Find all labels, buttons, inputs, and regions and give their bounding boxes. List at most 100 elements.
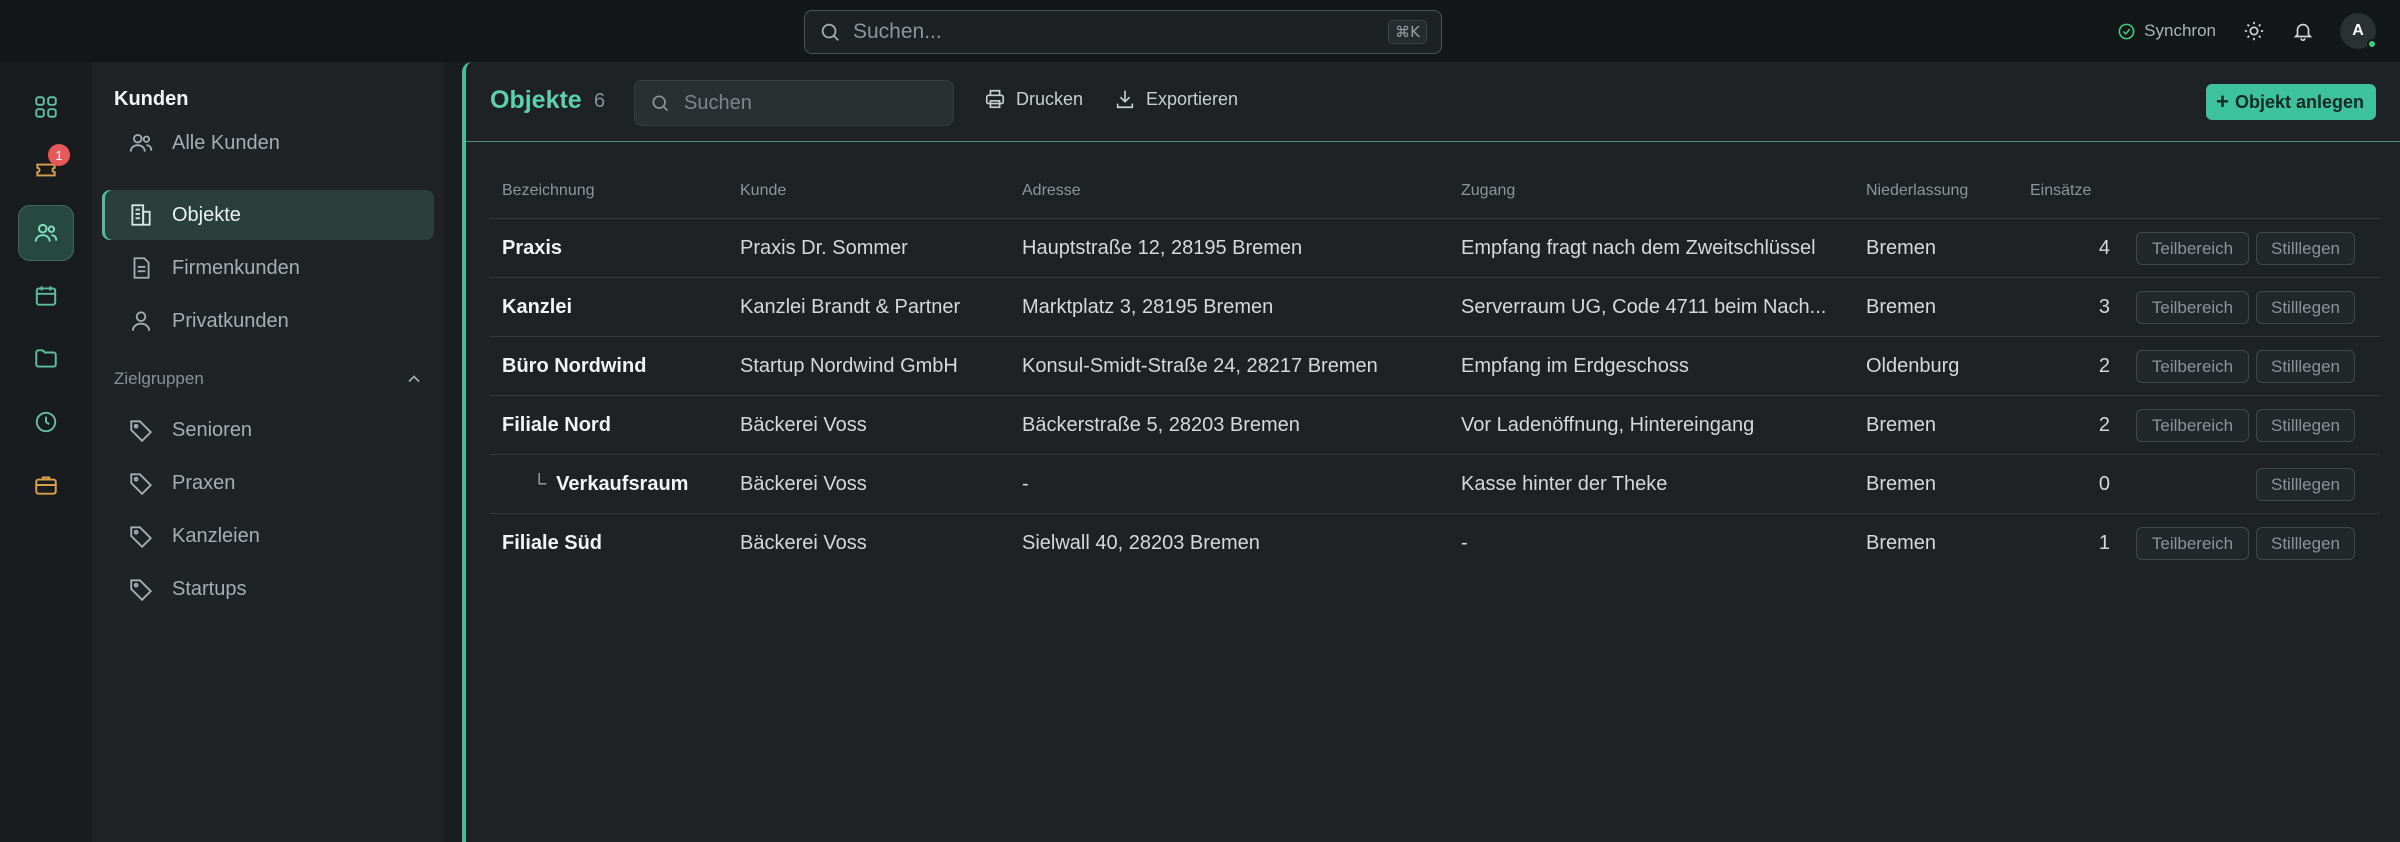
sidebar-item-privatkunden[interactable]: Privatkunden xyxy=(102,296,434,346)
sidebar-item-label: Kanzleien xyxy=(172,524,260,547)
col-header-zugang[interactable]: Zugang xyxy=(1461,182,1515,200)
sidebar-item-kanzleien[interactable]: Kanzleien xyxy=(102,511,434,561)
table-row[interactable]: Kanzlei Kanzlei Brandt & Partner Marktplat… xyxy=(490,277,2380,336)
tag-icon xyxy=(130,579,153,602)
sidebar-title: Kunden xyxy=(114,88,189,110)
stilllegen-button[interactable]: Stilllegen xyxy=(2256,527,2355,560)
cell-zugang: Empfang fragt nach dem Zweitschlüssel xyxy=(1461,237,1816,259)
section-label: Zielgruppen xyxy=(114,369,204,388)
teilbereich-button[interactable]: Teilbereich xyxy=(2136,409,2249,442)
object-name: Büro Nordwind xyxy=(502,355,647,377)
table-search-placeholder: Suchen xyxy=(684,91,752,114)
printer-icon xyxy=(985,89,1005,109)
theme-toggle-button[interactable] xyxy=(2242,19,2266,43)
sidebar-item-senioren[interactable]: Senioren xyxy=(102,405,434,455)
download-icon xyxy=(1116,90,1134,109)
grid-icon xyxy=(35,96,57,118)
col-header-niederlassung[interactable]: Niederlassung xyxy=(1866,182,1968,200)
cell-zugang: Empfang im Erdgeschoss xyxy=(1461,355,1689,377)
rail-jobs[interactable] xyxy=(18,457,74,513)
chevron-up-icon xyxy=(408,375,420,383)
rail-customers[interactable] xyxy=(18,205,74,261)
cell-adresse: Bäckerstraße 5, 28203 Bremen xyxy=(1022,414,1300,436)
sidebar-item-alle-kunden[interactable]: Alle Kunden xyxy=(102,118,434,168)
sidebar-item-startups[interactable]: Startups xyxy=(102,564,434,614)
cell-bezeichnung[interactable]: Filiale Nord xyxy=(502,414,727,437)
rail-dashboard[interactable] xyxy=(18,79,74,135)
col-header-bezeichnung[interactable]: Bezeichnung xyxy=(502,182,595,200)
table-row[interactable]: └ Verkaufsraum Bäckerei Voss - Kasse hinter … xyxy=(490,454,2380,513)
rail-calendar[interactable] xyxy=(18,268,74,324)
online-indicator xyxy=(2367,39,2377,49)
tag-icon xyxy=(130,526,153,549)
cell-niederlassung: Oldenburg xyxy=(1866,355,1960,377)
cell-zugang: Serverraum UG, Code 4711 beim Nach... xyxy=(1461,296,1827,318)
col-header-einsaetze[interactable]: Einsätze xyxy=(2030,182,2091,200)
tag-icon xyxy=(130,420,153,443)
cell-niederlassung: Bremen xyxy=(1866,473,1937,495)
stilllegen-button[interactable]: Stilllegen xyxy=(2256,350,2355,383)
cell-kunde: Kanzlei Brandt & Partner xyxy=(740,296,961,318)
cell-bezeichnung[interactable]: └ Verkaufsraum xyxy=(532,473,757,496)
cell-kunde: Bäckerei Voss xyxy=(740,532,867,554)
teilbereich-button[interactable]: Teilbereich xyxy=(2136,291,2249,324)
users-icon xyxy=(34,223,58,242)
briefcase-icon xyxy=(35,476,57,495)
col-header-kunde[interactable]: Kunde xyxy=(740,182,786,200)
search-icon xyxy=(652,95,669,112)
cell-kunde: Startup Nordwind GmbH xyxy=(740,355,958,377)
stilllegen-button[interactable]: Stilllegen xyxy=(2256,232,2355,265)
cell-adresse: Konsul-Smidt-Straße 24, 28217 Bremen xyxy=(1022,355,1378,377)
table-row[interactable]: Filiale Süd Bäckerei Voss Sielwall 40, 282… xyxy=(490,513,2380,572)
table-row[interactable]: Praxis Praxis Dr. Sommer Hauptstraße 12, 2… xyxy=(490,218,2380,277)
stilllegen-button[interactable]: Stilllegen xyxy=(2256,291,2355,324)
avatar[interactable]: A xyxy=(2340,13,2377,49)
global-search-input[interactable]: Suchen... ⌘K xyxy=(804,10,1442,54)
cell-einsaetze: 2 xyxy=(2098,414,2110,436)
sidebar-item-praxen[interactable]: Praxen xyxy=(102,458,434,508)
create-object-button[interactable]: + Objekt anlegen xyxy=(2206,84,2376,120)
table-row[interactable]: Filiale Nord Bäckerei Voss Bäckerstraße 5,… xyxy=(490,395,2380,454)
cell-einsaetze: 4 xyxy=(2098,237,2110,259)
cell-bezeichnung[interactable]: Kanzlei xyxy=(502,296,727,319)
cell-einsaetze: 3 xyxy=(2098,296,2110,318)
teilbereich-button[interactable]: Teilbereich xyxy=(2136,232,2249,265)
rail-time[interactable] xyxy=(18,394,74,450)
zielgruppen-section-toggle[interactable]: Zielgruppen xyxy=(114,369,424,389)
avatar-initial: A xyxy=(2352,22,2364,39)
sidebar-item-objekte[interactable]: Objekte xyxy=(102,190,434,240)
cell-bezeichnung[interactable]: Büro Nordwind xyxy=(502,355,727,378)
col-header-adresse[interactable]: Adresse xyxy=(1022,182,1081,200)
export-button[interactable]: Exportieren xyxy=(1114,88,1238,110)
cell-bezeichnung[interactable]: Filiale Süd xyxy=(502,532,727,555)
object-name: Kanzlei xyxy=(502,296,573,318)
cell-zugang: Vor Ladenöffnung, Hintereingang xyxy=(1461,414,1755,436)
object-name: Praxis xyxy=(502,237,563,259)
table-row[interactable]: Büro Nordwind Startup Nordwind GmbH Konsul… xyxy=(490,336,2380,395)
sidebar-item-firmenkunden[interactable]: Firmenkunden xyxy=(102,243,434,293)
rail-tickets[interactable]: 1 xyxy=(18,142,74,198)
stilllegen-button[interactable]: Stilllegen xyxy=(2256,409,2355,442)
sidebar-item-label: Startups xyxy=(172,577,247,600)
stilllegen-button[interactable]: Stilllegen xyxy=(2256,468,2355,501)
cell-einsaetze: 2 xyxy=(2098,355,2110,377)
objects-table: Bezeichnung Kunde Adresse Zugang Niederl… xyxy=(490,170,2380,572)
print-button[interactable]: Drucken xyxy=(984,88,1083,110)
cell-adresse: - xyxy=(1022,473,1029,495)
object-name: Verkaufsraum xyxy=(556,473,689,495)
sidebar-item-label: Senioren xyxy=(172,418,253,441)
plus-icon: + xyxy=(2216,89,2229,114)
rail-files[interactable] xyxy=(18,331,74,387)
table-search-input[interactable]: Suchen xyxy=(634,80,954,126)
top-bar: Suchen... ⌘K Synchron A xyxy=(0,0,2400,62)
cell-einsaetze: 0 xyxy=(2098,473,2110,495)
cell-bezeichnung[interactable]: Praxis xyxy=(502,237,727,260)
cell-adresse: Sielwall 40, 28203 Bremen xyxy=(1022,532,1260,554)
user-icon xyxy=(131,311,151,331)
page-title: Objekte xyxy=(490,86,582,114)
export-label: Exportieren xyxy=(1146,88,1239,109)
teilbereich-button[interactable]: Teilbereich xyxy=(2136,350,2249,383)
teilbereich-button[interactable]: Teilbereich xyxy=(2136,527,2249,560)
notifications-button[interactable] xyxy=(2291,19,2315,43)
cell-niederlassung: Bremen xyxy=(1866,237,1937,259)
